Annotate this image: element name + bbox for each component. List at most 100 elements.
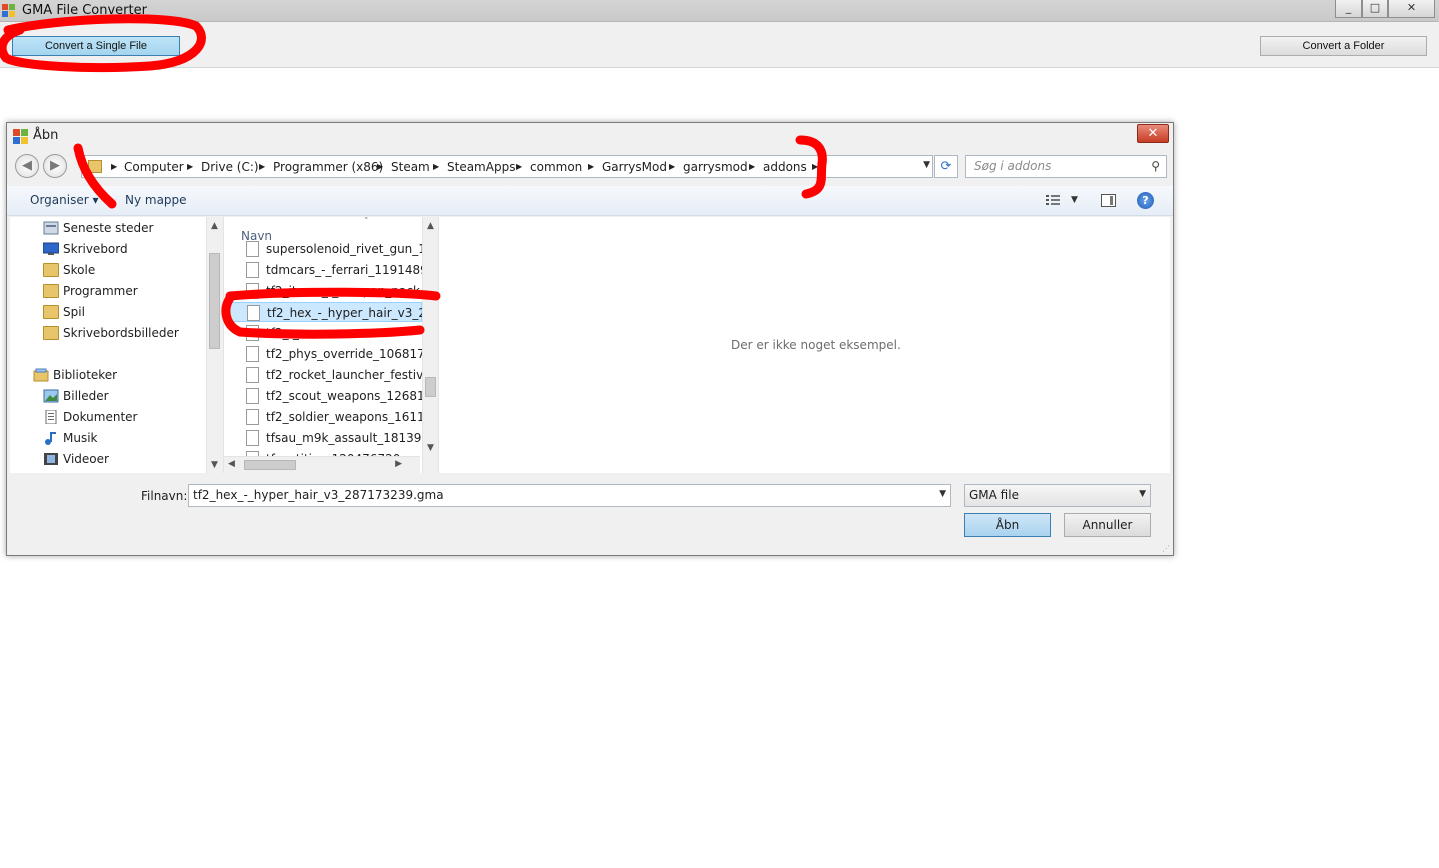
file-icon — [246, 430, 259, 446]
nav-item-label: Skrivebord — [63, 242, 128, 256]
breadcrumb-drive[interactable]: Drive (C:) — [201, 160, 259, 174]
filename-input[interactable]: tf2_hex_-_hyper_hair_v3_287173239.gma ▼ — [188, 484, 951, 507]
scroll-thumb[interactable] — [425, 377, 436, 397]
nav-scrollbar[interactable]: ▲ ▼ — [206, 217, 222, 473]
breadcrumb-addons[interactable]: addons — [763, 160, 807, 174]
app-toolbar: Convert a Single File Convert a Folder — [0, 22, 1439, 68]
app-titlebar: GMA File Converter _ □ ✕ — [0, 0, 1439, 22]
filetype-value: GMA file — [969, 488, 1019, 502]
breadcrumb-separator-icon: ▶ — [187, 162, 194, 171]
navigation-pane: Seneste steder Skrivebord Skole Programm… — [10, 217, 222, 473]
preview-empty-text: Der er ikke noget eksempel. — [731, 338, 901, 352]
chevron-down-icon[interactable]: ▼ — [923, 160, 930, 170]
minimize-button[interactable]: _ — [1335, 0, 1362, 18]
file-list-scrollbar[interactable]: ▲ ▼ — [422, 217, 437, 473]
scroll-left-icon[interactable]: ◀ — [228, 459, 235, 469]
file-icon — [246, 409, 259, 425]
file-item[interactable]: tdmcars_-_ferrari_119148996.g — [228, 260, 426, 280]
breadcrumb-separator-icon: ▶ — [669, 162, 676, 171]
nav-item-label: Seneste steder — [63, 221, 154, 235]
app-title: GMA File Converter — [22, 3, 147, 18]
scroll-up-icon[interactable]: ▲ — [423, 221, 437, 231]
folder-icon — [88, 160, 102, 173]
scroll-right-icon[interactable]: ▶ — [395, 459, 402, 469]
dialog-close-button[interactable]: ✕ — [1137, 124, 1169, 143]
recent-places-icon — [43, 221, 59, 235]
breadcrumb-common[interactable]: common — [530, 160, 582, 174]
folder-icon — [43, 305, 59, 319]
dialog-titlebar: Åbn ✕ — [7, 123, 1173, 150]
breadcrumb-separator-icon: ▶ — [812, 162, 819, 171]
breadcrumb-programmer[interactable]: Programmer (x86) — [273, 160, 383, 174]
file-icon — [246, 283, 259, 299]
filetype-select[interactable]: GMA file ▼ — [964, 484, 1151, 507]
open-button[interactable]: Åbn — [964, 513, 1051, 537]
convert-folder-button[interactable]: Convert a Folder — [1260, 36, 1427, 56]
file-item[interactable]: tf2_phys_override_106817451.g — [228, 344, 426, 364]
preview-pane-icon[interactable] — [1101, 194, 1116, 207]
file-icon — [246, 367, 259, 383]
scroll-thumb[interactable] — [244, 460, 296, 470]
libraries-icon — [33, 368, 49, 382]
search-input[interactable]: Søg i addons ⚲ — [965, 155, 1167, 178]
breadcrumb-separator-icon: ▶ — [377, 162, 384, 171]
desktop-icon — [43, 242, 59, 255]
breadcrumb-garrysmod[interactable]: GarrysMod — [602, 160, 667, 174]
file-icon — [246, 241, 259, 257]
breadcrumb-steam[interactable]: Steam — [391, 160, 430, 174]
forward-button[interactable]: ▶ — [43, 154, 67, 178]
convert-single-file-button[interactable]: Convert a Single File — [12, 36, 180, 56]
cancel-button[interactable]: Annuller — [1064, 513, 1151, 537]
file-name: tf2_items_-_weapon_pack_1194172 — [266, 284, 426, 298]
file-item-selected[interactable]: tf2_hex_-_hyper_hair_v3_28717 — [228, 302, 427, 322]
scroll-thumb[interactable] — [209, 253, 220, 349]
file-item[interactable]: tf2_-_... — [228, 323, 422, 343]
file-item[interactable]: tf2_items_-_weapon_pack_1194172 — [228, 281, 426, 301]
new-folder-button[interactable]: Ny mappe — [125, 193, 187, 207]
nav-item-label: Programmer — [63, 284, 138, 298]
address-bar[interactable]: ▶ Computer ▶ Drive (C:) ▶ Programmer (x8… — [81, 155, 933, 178]
file-item[interactable]: tf2_scout_weapons_12681528C — [228, 386, 426, 406]
file-item[interactable]: tfsau_m9k_assault_181397628. — [228, 428, 426, 448]
breadcrumb-separator-icon: ▶ — [111, 162, 118, 171]
file-name: supersolenoid_rivet_gun_1166 — [266, 242, 426, 256]
file-name: tf2_scout_weapons_12681528C — [266, 389, 426, 403]
file-item[interactable]: tf2_soldier_weapons_16111645 — [228, 407, 426, 427]
scroll-up-icon[interactable]: ▲ — [207, 221, 222, 231]
help-icon[interactable]: ? — [1137, 192, 1154, 209]
resize-grip-icon[interactable]: ⋰ — [1162, 544, 1171, 553]
scroll-down-icon[interactable]: ▼ — [207, 460, 222, 470]
organise-menu[interactable]: Organiser ▾ — [30, 193, 98, 207]
breadcrumb-separator-icon: ▶ — [588, 162, 595, 171]
breadcrumb-separator-icon: ▶ — [749, 162, 756, 171]
breadcrumb-garrysmod-folder[interactable]: garrysmod — [683, 160, 748, 174]
file-icon — [247, 305, 260, 321]
horizontal-scrollbar[interactable]: ◀ ▶ — [224, 456, 420, 473]
refresh-button[interactable]: ⟳ — [934, 155, 958, 178]
file-name: tdmcars_-_ferrari_119148996.g — [266, 263, 426, 277]
file-icon — [246, 388, 259, 404]
file-name: tf2_phys_override_106817451.g — [266, 347, 426, 361]
search-placeholder: Søg i addons — [974, 159, 1052, 173]
nav-item-label: Musik — [63, 431, 98, 445]
dialog-app-icon — [13, 129, 28, 144]
breadcrumb-computer[interactable]: Computer — [124, 160, 184, 174]
file-name: tfsau_m9k_assault_181397628. — [266, 431, 426, 445]
file-item[interactable]: supersolenoid_rivet_gun_1166 — [228, 239, 426, 259]
maximize-button[interactable]: □ — [1362, 0, 1388, 18]
nav-item-label: Biblioteker — [53, 368, 118, 382]
pictures-icon — [43, 389, 59, 403]
nav-item-label: Spil — [63, 305, 85, 319]
chevron-down-icon[interactable]: ▼ — [1071, 195, 1078, 205]
file-item[interactable]: tf2_rocket_launcher_festiveno — [228, 365, 426, 385]
chevron-down-icon[interactable]: ▼ — [939, 489, 946, 499]
chevron-down-icon[interactable]: ▼ — [1139, 489, 1146, 499]
back-button[interactable]: ◀ — [15, 154, 39, 178]
scroll-down-icon[interactable]: ▼ — [423, 443, 437, 453]
open-file-dialog: Åbn ✕ ◀ ▶ ▶ Computer ▶ Drive (C:) ▶ Prog… — [6, 122, 1174, 556]
view-options-icon[interactable] — [1045, 193, 1061, 207]
nav-item-label: Videoer — [63, 452, 109, 466]
breadcrumb-steamapps[interactable]: SteamApps — [447, 160, 515, 174]
breadcrumb-separator-icon: ▶ — [516, 162, 523, 171]
close-window-button[interactable]: ✕ — [1388, 0, 1435, 18]
